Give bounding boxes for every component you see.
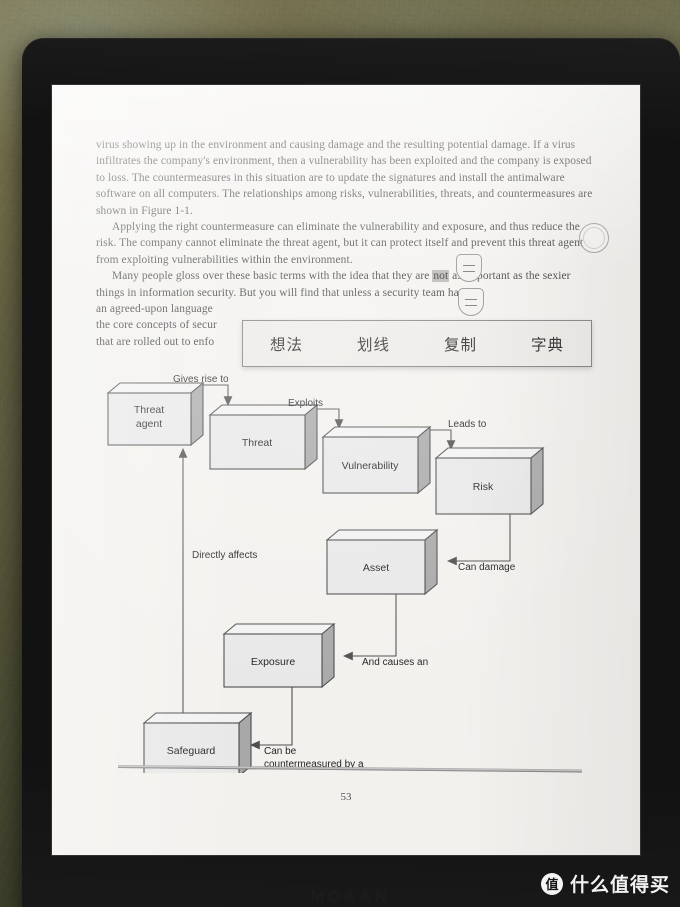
- ereader-screen[interactable]: virus showing up in the environment and …: [52, 85, 640, 855]
- edge-label-gives-rise-to: Gives rise to: [173, 374, 229, 385]
- watermark: 值 什么值得买: [540, 870, 670, 897]
- popup-item-copy[interactable]: 复制: [417, 333, 504, 355]
- page-number: 53: [340, 791, 352, 803]
- edge-risk-to-asset: [446, 513, 511, 566]
- node-label-threat: Threat: [242, 437, 272, 449]
- selection-handle-end[interactable]: [458, 288, 484, 316]
- selected-word[interactable]: not: [432, 270, 450, 283]
- page-corner-button[interactable]: [579, 223, 609, 253]
- node-risk: Risk: [434, 446, 545, 516]
- node-safeguard: Safeguard: [142, 711, 253, 773]
- paragraph-2: Applying the right countermeasure can el…: [96, 221, 584, 266]
- edge-label-can-damage: Can damage: [458, 562, 516, 573]
- node-label-safeguard: Safeguard: [167, 745, 216, 757]
- node-threat: Threat: [208, 403, 319, 471]
- popup-item-dictionary[interactable]: 字典: [504, 333, 591, 355]
- watermark-badge-icon: 值: [540, 872, 563, 895]
- edge-label-can-be: Can be: [264, 746, 297, 757]
- edge-label-leads-to: Leads to: [448, 419, 487, 430]
- edge-asset-to-exposure: [342, 594, 397, 661]
- selection-handle-start[interactable]: [456, 254, 482, 282]
- edge-label-and-causes-an: And causes an: [362, 657, 428, 668]
- photo-scene: virus showing up in the environment and …: [0, 0, 680, 907]
- node-vulnerability: Vulnerability: [321, 425, 432, 495]
- node-label-vulnerability: Vulnerability: [342, 460, 400, 472]
- ereader-device: virus showing up in the environment and …: [22, 38, 680, 907]
- device-brand-logo: MOAAN: [310, 887, 390, 906]
- node-label-asset: Asset: [363, 562, 389, 574]
- node-label-exposure: Exposure: [251, 656, 296, 668]
- node-label-threat-agent-line1: Threat: [134, 404, 164, 416]
- node-threat-agent: Threat agent: [106, 381, 205, 447]
- handle-grip-icon: [465, 298, 477, 306]
- occluded-line-1: an agreed-upon language: [96, 303, 213, 316]
- selection-action-popup[interactable]: 想法 划线 复制 字典: [242, 320, 592, 367]
- popup-item-underline[interactable]: 划线: [330, 333, 417, 355]
- selection-lead-text: Many people gloss over these basic terms…: [112, 270, 433, 283]
- paragraph-3-selected: Many people gloss over these basic terms…: [96, 268, 596, 301]
- node-exposure: Exposure: [222, 622, 336, 689]
- handle-grip-icon: [463, 264, 475, 272]
- node-asset: Asset: [325, 528, 439, 596]
- edge-label-exploits: Exploits: [288, 398, 323, 409]
- watermark-text: 什么值得买: [569, 874, 670, 896]
- node-label-risk: Risk: [473, 481, 494, 493]
- edge-exposure-to-safeguard: [249, 687, 293, 750]
- popup-item-note[interactable]: 想法: [243, 333, 330, 355]
- figure-risk-relationships: Threat agent Threat Vulnerability Risk A…: [96, 373, 596, 773]
- paragraph-1: virus showing up in the environment and …: [96, 139, 593, 217]
- edge-label-directly-affects: Directly affects: [192, 550, 257, 561]
- node-label-threat-agent-line2: agent: [136, 418, 162, 430]
